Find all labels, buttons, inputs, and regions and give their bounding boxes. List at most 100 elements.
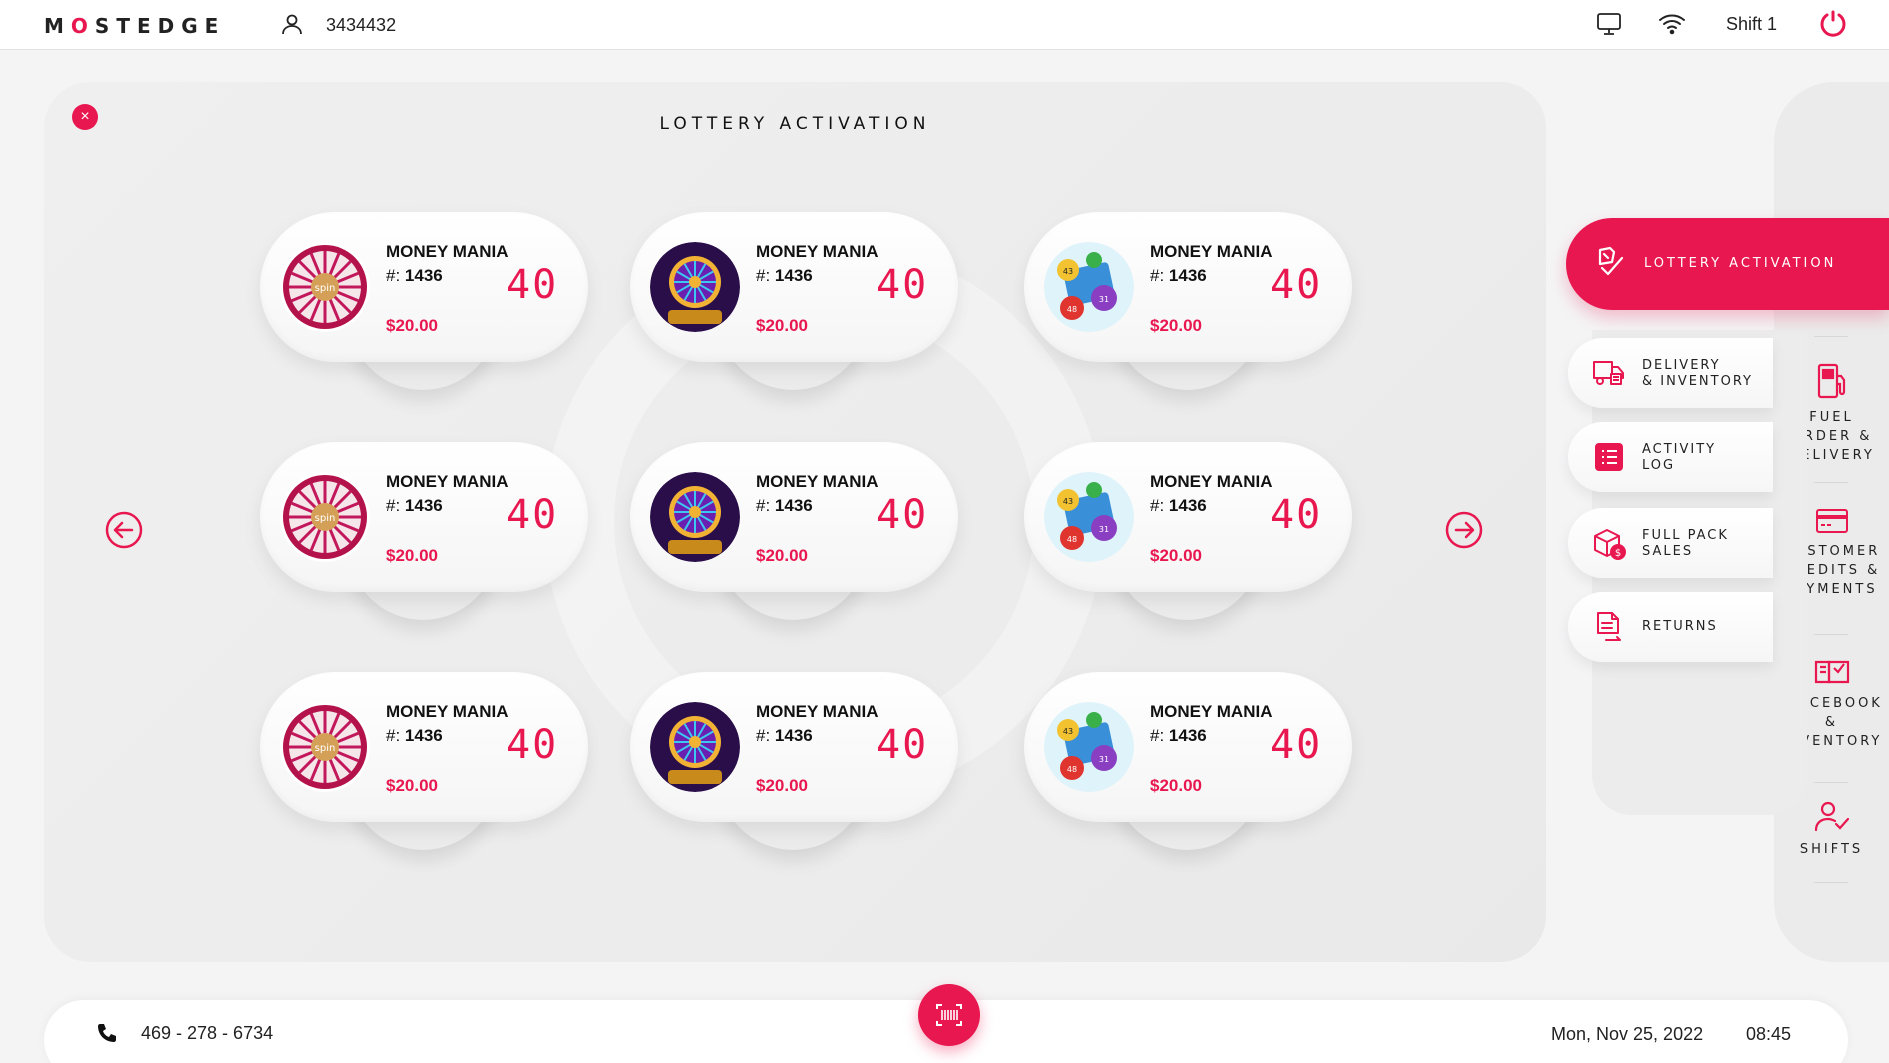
svg-text:spin: spin	[315, 283, 336, 294]
ticket-art-purple-wheel	[650, 702, 740, 792]
ticket-number-value: 1436	[774, 726, 813, 745]
ticket-name: MONEY MANIA	[1150, 702, 1273, 721]
ticket-number-prefix: #:	[1150, 496, 1165, 515]
rail-item-shifts[interactable]: SHIFTS	[1774, 800, 1889, 859]
ticket-number-prefix: #:	[1150, 266, 1165, 285]
ticket-number: #: 1436	[386, 726, 443, 746]
rail-divider	[1814, 634, 1848, 635]
ticket-name: MONEY MANIA	[386, 242, 509, 261]
page-title: LOTTERY ACTIVATION	[659, 114, 931, 134]
lottery-ticket-card[interactable]: 43 31 48 MONEY MANIA #: 1436 40 $20.00	[1024, 442, 1352, 620]
lottery-ticket-card[interactable]: 43 31 48 MONEY MANIA #: 1436 40 $20.00	[1024, 212, 1352, 390]
submenu-returns[interactable]: RETURNS	[1568, 592, 1773, 662]
ticket-number: #: 1436	[756, 726, 813, 746]
svg-text:48: 48	[1067, 305, 1077, 314]
ticket-price: $20.00	[756, 776, 808, 795]
ticket-number-prefix: #:	[756, 726, 771, 745]
ticket-name: MONEY MANIA	[1150, 242, 1273, 261]
current-time: 08:45	[1746, 1024, 1792, 1044]
ticket-name: MONEY MANIA	[756, 242, 879, 261]
shift-label[interactable]: Shift 1	[1726, 14, 1777, 35]
previous-page-arrow-icon[interactable]	[104, 510, 144, 550]
ticket-number-prefix: #:	[756, 496, 771, 515]
list-icon	[1595, 443, 1623, 471]
ticket-art-spin-wheel: spin	[280, 702, 370, 792]
next-page-arrow-icon[interactable]	[1444, 510, 1484, 550]
ticket-number-value: 1436	[404, 726, 443, 745]
ticket-count: 40	[1270, 262, 1323, 308]
submenu-item-label: FULL PACK SALES	[1642, 528, 1729, 559]
ticket-name: MONEY MANIA	[386, 702, 509, 721]
ticket-number: #: 1436	[386, 496, 443, 516]
ticket-number-value: 1436	[774, 266, 813, 285]
svg-text:43: 43	[1063, 267, 1073, 276]
lottery-ticket-icon	[1598, 246, 1624, 276]
svg-text:spin: spin	[315, 513, 336, 524]
rail-item-label: SHIFTS	[1799, 842, 1864, 857]
submenu-delivery-inventory[interactable]: DELIVERY & INVENTORY	[1568, 338, 1773, 408]
ticket-price: $20.00	[1150, 776, 1202, 795]
package-dollar-icon: $	[1594, 529, 1626, 560]
ticket-number-value: 1436	[1168, 496, 1207, 515]
ticket-number-value: 1436	[1168, 726, 1207, 745]
ticket-count: 40	[1270, 722, 1323, 768]
ticket-number-value: 1436	[774, 496, 813, 515]
ticket-price: $20.00	[386, 316, 438, 335]
ticket-number: #: 1436	[756, 266, 813, 286]
svg-text:43: 43	[1063, 497, 1073, 506]
current-date: Mon, Nov 25, 2022	[1551, 1024, 1704, 1044]
lottery-ticket-card[interactable]: spin MONEY MANIA #: 1436 40 $20.00	[260, 212, 588, 390]
submenu-item-label: RETURNS	[1642, 619, 1718, 634]
submenu-item-label: DELIVERY & INVENTORY	[1642, 358, 1753, 389]
barcode-icon	[936, 1004, 962, 1026]
ticket-art-bingo-balls: 43 31 48	[1044, 472, 1134, 562]
fuel-pump-icon	[1817, 363, 1845, 399]
submenu-activity-log[interactable]: ACTIVITY LOG	[1568, 422, 1773, 492]
ticket-price: $20.00	[756, 546, 808, 565]
svg-text:43: 43	[1063, 727, 1073, 736]
rail-divider	[1814, 782, 1848, 783]
ticket-number-value: 1436	[404, 266, 443, 285]
ticket-number: #: 1436	[386, 266, 443, 286]
ticket-art-bingo-balls: 43 31 48	[1044, 242, 1134, 332]
svg-text:31: 31	[1099, 295, 1109, 304]
svg-text:31: 31	[1099, 755, 1109, 764]
power-icon[interactable]	[1818, 9, 1848, 39]
ticket-count: 40	[876, 722, 929, 768]
ticket-price: $20.00	[1150, 316, 1202, 335]
pricebook-icon	[1814, 660, 1849, 684]
wifi-icon[interactable]	[1658, 12, 1686, 36]
ticket-grid: spin MONEY MANIA #: 1436 40 $20.00 MONEY MANI…	[260, 212, 1360, 872]
ticket-number-value: 1436	[404, 496, 443, 515]
submenu-full-pack-sales[interactable]: $ FULL PACK SALES	[1568, 508, 1773, 578]
ticket-name: MONEY MANIA	[756, 472, 879, 491]
lottery-ticket-card[interactable]: MONEY MANIA #: 1436 40 $20.00	[630, 212, 958, 390]
lottery-ticket-card[interactable]: MONEY MANIA #: 1436 40 $20.00	[630, 672, 958, 850]
ticket-number-prefix: #:	[386, 726, 401, 745]
ticket-name: MONEY MANIA	[386, 472, 509, 491]
lottery-panel: × LOTTERY ACTIVATION spin MONEY MANIA #: 1…	[44, 82, 1546, 962]
lottery-ticket-card[interactable]: spin MONEY MANIA #: 1436 40 $20.00	[260, 442, 588, 620]
monitor-icon[interactable]	[1596, 12, 1622, 36]
barcode-scan-button[interactable]	[918, 984, 980, 1046]
ticket-count: 40	[506, 722, 559, 768]
submenu-lottery-activation[interactable]: LOTTERY ACTIVATION	[1566, 218, 1889, 310]
submenu-active-label: LOTTERY ACTIVATION	[1644, 256, 1837, 271]
svg-text:spin: spin	[315, 743, 336, 754]
lottery-ticket-card[interactable]: spin MONEY MANIA #: 1436 40 $20.00	[260, 672, 588, 850]
ticket-art-bingo-balls: 43 31 48	[1044, 702, 1134, 792]
ticket-price: $20.00	[386, 776, 438, 795]
submenu-item-label: ACTIVITY LOG	[1642, 442, 1717, 473]
ticket-number-prefix: #:	[386, 496, 401, 515]
ticket-art-spin-wheel: spin	[280, 242, 370, 332]
user-check-icon	[1814, 801, 1849, 832]
ticket-count: 40	[876, 262, 929, 308]
user-id: 3434432	[326, 15, 397, 35]
ticket-number: #: 1436	[1150, 496, 1207, 516]
lottery-ticket-card[interactable]: 43 31 48 MONEY MANIA #: 1436 40 $20.00	[1024, 672, 1352, 850]
lottery-ticket-card[interactable]: MONEY MANIA #: 1436 40 $20.00	[630, 442, 958, 620]
support-phone: 469 - 278 - 6734	[141, 1023, 274, 1043]
ticket-count: 40	[876, 492, 929, 538]
phone-icon	[98, 1024, 116, 1042]
ticket-name: MONEY MANIA	[756, 702, 879, 721]
